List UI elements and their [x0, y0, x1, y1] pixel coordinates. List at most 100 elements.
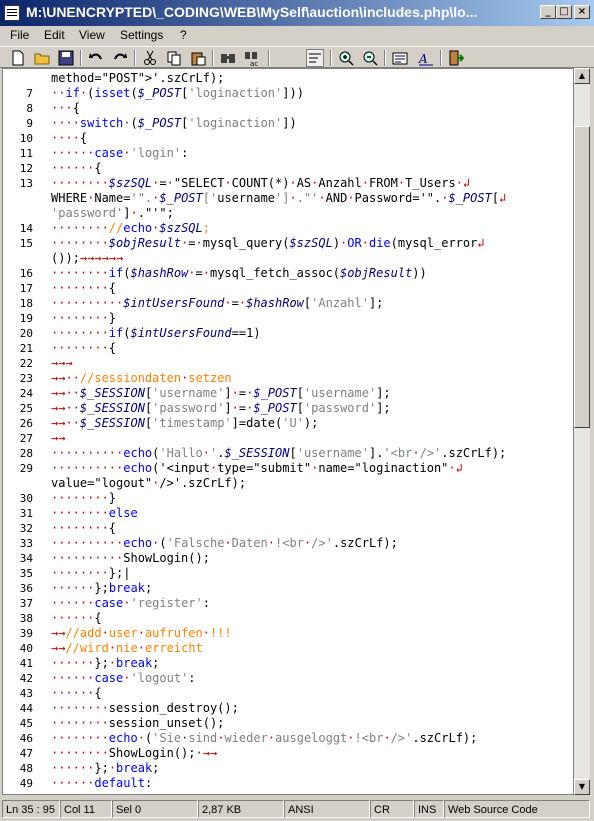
line-number: 28 — [19, 447, 33, 460]
copy-icon[interactable] — [166, 50, 182, 66]
code-line: 15 ········$objResult·=·mysql_query($szSQ… — [3, 236, 573, 251]
scroll-down-arrow-icon[interactable]: ▼ — [574, 779, 590, 795]
word-wrap-icon[interactable] — [306, 49, 324, 67]
window-title: M:\UNENCRYPTED\_CODING\WEB\MySelf\auctio… — [26, 4, 478, 20]
line-number: 43 — [19, 687, 33, 700]
code-text: value="logout"·/>'.szCrLf); — [51, 476, 247, 490]
code-line: 24 →→··$_SESSION['username']·=·$_POST['us… — [3, 386, 573, 401]
code-text: ··if·(isset($_POST['loginaction'])) — [51, 86, 304, 100]
line-number: 31 — [19, 507, 33, 520]
scroll-up-arrow-icon[interactable]: ▲ — [574, 68, 590, 84]
code-line: 'password']·."'"; — [3, 206, 573, 221]
notepad-icon — [4, 5, 20, 21]
line-number: 18 — [19, 297, 33, 310]
line-number: 45 — [19, 717, 33, 730]
font-icon[interactable]: A — [418, 50, 434, 66]
paste-icon[interactable] — [190, 50, 206, 66]
code-line: 43 ······{ — [3, 686, 573, 701]
code-text: ········//echo·$szSQL; — [51, 221, 210, 235]
menu-help[interactable]: ? — [180, 28, 187, 42]
line-number: 36 — [19, 582, 33, 595]
line-number: 14 — [19, 222, 33, 235]
toolbar-separator — [440, 50, 442, 66]
save-icon[interactable] — [58, 50, 74, 66]
code-line: 38 ······{ — [3, 611, 573, 626]
code-line: method="POST">'.szCrLf); — [3, 71, 573, 86]
code-line: 17 ········{ — [3, 281, 573, 296]
code-text: ······{ — [51, 161, 102, 175]
open-folder-icon[interactable] — [34, 50, 50, 66]
line-number: 48 — [19, 762, 33, 775]
line-number: 22 — [19, 357, 33, 370]
code-text: →→//add·user·aufrufen·!!! — [51, 626, 232, 640]
line-number: 17 — [19, 282, 33, 295]
code-line: 28 ··········echo('Hallo·'.$_SESSION['use… — [3, 446, 573, 461]
undo-icon[interactable] — [88, 50, 104, 66]
toolbar-separator — [268, 50, 270, 66]
options-icon[interactable] — [392, 50, 408, 66]
code-text: →→··$_SESSION['username']·=·$_POST['user… — [51, 386, 391, 400]
code-line: 18 ··········$intUsersFound·=·$hashRow['A… — [3, 296, 573, 311]
line-number: 40 — [19, 642, 33, 655]
menu-file[interactable]: File — [10, 28, 29, 42]
maximize-button[interactable]: □ — [556, 5, 572, 19]
new-file-icon[interactable] — [10, 50, 26, 66]
code-line: 11 ······case·'login': — [3, 146, 573, 161]
line-number: 44 — [19, 702, 33, 715]
code-line: 41 ······};·break; — [3, 656, 573, 671]
code-line: 25 →→··$_SESSION['password']·=·$_POST['pa… — [3, 401, 573, 416]
zoom-out-icon[interactable] — [362, 50, 378, 66]
line-number: 38 — [19, 612, 33, 625]
line-number: 41 — [19, 657, 33, 670]
line-number: 25 — [19, 402, 33, 415]
code-line: 40 →→//wird·nie·erreicht — [3, 641, 573, 656]
zoom-in-icon[interactable] — [338, 50, 354, 66]
code-text: ··········echo('Hallo·'.$_SESSION['usern… — [51, 446, 507, 460]
scroll-thumb[interactable] — [574, 126, 590, 428]
line-number: 26 — [19, 417, 33, 430]
line-number: 47 — [19, 747, 33, 760]
line-number: 16 — [19, 267, 33, 280]
code-line: 8 ···{ — [3, 101, 573, 116]
cut-icon[interactable] — [142, 50, 158, 66]
line-number: 21 — [19, 342, 33, 355]
replace-icon[interactable]: ac — [244, 50, 260, 66]
toolbar-separator — [212, 50, 214, 66]
code-line: 7 ··if·(isset($_POST['loginaction'])) — [3, 86, 573, 101]
code-line: 30 ········} — [3, 491, 573, 506]
line-number: 27 — [19, 432, 33, 445]
code-line: 47 ········ShowLogin();·→→ — [3, 746, 573, 761]
close-button[interactable]: × — [574, 5, 590, 19]
code-text: ········$objResult·=·mysql_query($szSQL)… — [51, 236, 485, 250]
code-text: ······case·'register': — [51, 596, 210, 610]
menu-edit[interactable]: Edit — [44, 28, 65, 42]
code-text: ········session_unset(); — [51, 716, 225, 730]
minimize-button[interactable]: _ — [540, 5, 556, 19]
code-text: →→··$_SESSION['timestamp']=date('U'); — [51, 416, 319, 430]
menu-settings[interactable]: Settings — [120, 28, 163, 42]
code-line: WHERE·Name='".·$_POST['username']·."'·AN… — [3, 191, 573, 206]
menu-view[interactable]: View — [79, 28, 105, 42]
code-text: WHERE·Name='".·$_POST['username']·."'·AN… — [51, 191, 507, 205]
toolbar-separator — [134, 50, 136, 66]
code-text: ······case·'logout': — [51, 671, 196, 685]
vertical-scrollbar[interactable]: ▲ ▼ — [574, 68, 590, 795]
code-text: ········if($hashRow·=·mysql_fetch_assoc(… — [51, 266, 427, 280]
status-encoding: ANSI — [284, 800, 370, 818]
find-icon[interactable] — [220, 50, 236, 66]
redo-icon[interactable] — [112, 50, 128, 66]
svg-text:A: A — [418, 52, 428, 66]
code-editor[interactable]: method="POST">'.szCrLf); 7 ··if·(isset($_P… — [2, 68, 574, 795]
exit-icon[interactable] — [448, 50, 464, 66]
code-text: ··········echo·('Falsche·Daten·!<br·/>'.… — [51, 536, 398, 550]
code-line: 13 ········$szSQL·=·"SELECT·COUNT(*)·AS·A… — [3, 176, 573, 191]
line-number: 19 — [19, 312, 33, 325]
line-number: 42 — [19, 672, 33, 685]
code-text: ········{ — [51, 341, 117, 355]
menu-bar: File Edit View Settings ? — [0, 26, 594, 46]
status-position: Ln 35 : 95 — [2, 800, 60, 818]
code-line: 29 ··········echo('<input·type="submit"·n… — [3, 461, 573, 476]
code-text: ······case·'login': — [51, 146, 189, 160]
code-text: ········if($intUsersFound==1) — [51, 326, 261, 340]
code-text: ······};break; — [51, 581, 153, 595]
